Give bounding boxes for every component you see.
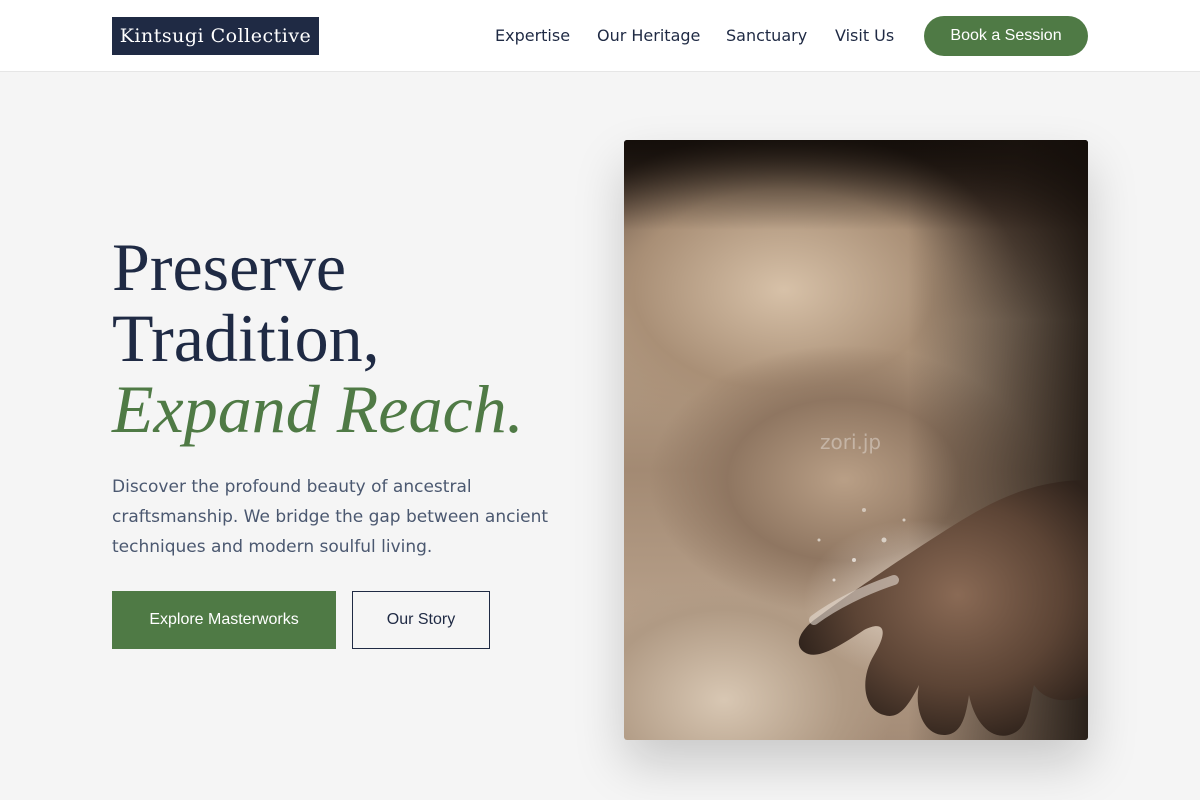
hero-description: Discover the profound beauty of ancestra… xyxy=(112,477,549,557)
nav-link-visit-us[interactable]: Visit Us xyxy=(835,26,894,45)
hero-title-line-1: Preserve xyxy=(112,229,347,305)
hero-image: zori.jp xyxy=(624,140,1088,740)
site-logo[interactable]: Kintsugi Collective xyxy=(112,17,319,55)
book-session-button[interactable]: Book a Session xyxy=(924,16,1088,56)
nav-link-our-heritage[interactable]: Our Heritage xyxy=(597,26,700,45)
hero-title-line-2: Tradition, xyxy=(112,300,380,376)
nav-link-sanctuary[interactable]: Sanctuary xyxy=(726,26,807,45)
nav-link-expertise[interactable]: Expertise xyxy=(495,26,570,45)
hero-title: Preserve Tradition, Expand Reach. xyxy=(112,232,592,445)
site-header: Kintsugi Collective Expertise Our Herita… xyxy=(0,0,1200,72)
explore-masterworks-button[interactable]: Explore Masterworks xyxy=(112,591,336,649)
hand-illustration xyxy=(798,480,1088,736)
our-story-button[interactable]: Our Story xyxy=(352,591,490,649)
hero-title-accent: Expand Reach. xyxy=(112,371,524,447)
image-watermark: zori.jp xyxy=(820,430,882,454)
